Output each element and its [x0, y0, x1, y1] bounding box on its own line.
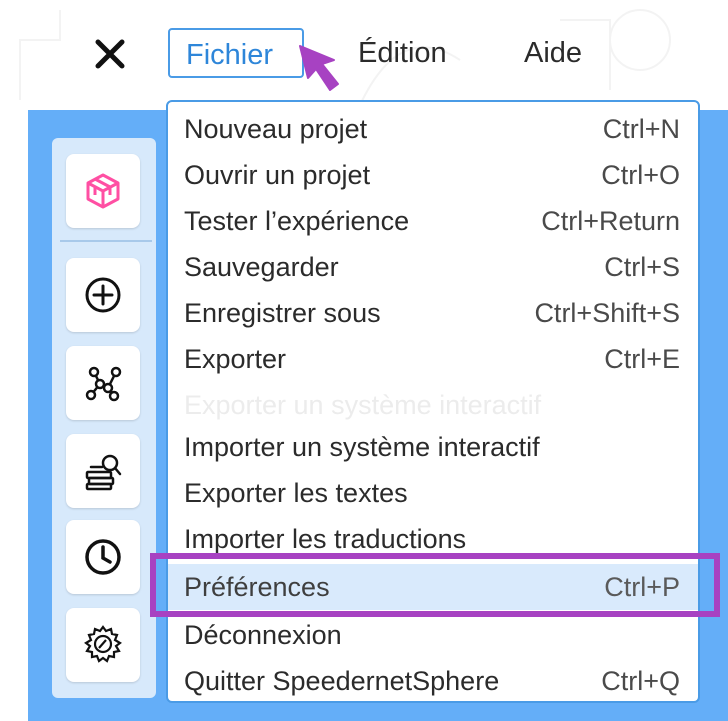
menu-item-shortcut: Ctrl+Return: [541, 206, 680, 236]
menu-item-exporter-textes[interactable]: Exporter les textes: [168, 470, 698, 516]
menu-item-label: Tester l’expérience: [184, 206, 410, 236]
graph-network-icon: [85, 366, 122, 402]
close-icon[interactable]: [90, 34, 130, 74]
pointer-arrow-icon: [299, 45, 339, 91]
graph-button[interactable]: [66, 346, 140, 420]
menu-item-label: Exporter: [184, 344, 287, 374]
cube-icon: [86, 173, 120, 209]
history-button[interactable]: [66, 520, 140, 594]
menu-item-label: Ouvrir un projet: [184, 160, 371, 190]
settings-button[interactable]: [66, 608, 140, 682]
menu-item-shortcut: Ctrl+Shift+S: [534, 298, 680, 328]
menu-item-label: Importer un système interactif: [184, 432, 540, 462]
menu-item-ouvrir-projet[interactable]: Ouvrir un projet Ctrl+O: [168, 152, 698, 198]
menu-aide[interactable]: Aide: [508, 28, 598, 78]
menu-item-label: Exporter un système interactif: [184, 390, 542, 420]
menu-item-deconnexion[interactable]: Déconnexion: [168, 612, 698, 658]
book-search-icon: [85, 454, 122, 491]
menu-item-shortcut: Ctrl+E: [604, 344, 680, 374]
menu-item-shortcut: Ctrl+O: [601, 160, 680, 190]
menu-item-shortcut: Ctrl+N: [602, 114, 680, 144]
menu-item-enregistrer-sous[interactable]: Enregistrer sous Ctrl+Shift+S: [168, 290, 698, 336]
highlight-annotation-box: [150, 553, 720, 617]
menu-item-label: Déconnexion: [184, 620, 342, 650]
library-search-button[interactable]: [66, 434, 140, 508]
menu-item-label: Nouveau projet: [184, 114, 368, 144]
menu-item-quitter[interactable]: Quitter SpeedernetSphere Ctrl+Q: [168, 658, 698, 704]
menu-item-nouveau-projet[interactable]: Nouveau projet Ctrl+N: [168, 106, 698, 152]
menu-item-shortcut: Ctrl+Q: [601, 666, 680, 696]
history-clock-icon: [85, 539, 121, 575]
menu-item-shortcut: Ctrl+S: [604, 252, 680, 282]
menu-item-label: Sauvegarder: [184, 252, 339, 282]
add-button[interactable]: [66, 258, 140, 332]
menu-item-exporter[interactable]: Exporter Ctrl+E: [168, 336, 698, 382]
menu-item-tester-experience[interactable]: Tester l’expérience Ctrl+Return: [168, 198, 698, 244]
menu-edition[interactable]: Édition: [342, 28, 463, 78]
menu-item-exporter-systeme-interactif: Exporter un système interactif: [168, 382, 698, 428]
settings-gear-icon: [84, 625, 122, 663]
plus-circle-icon: [85, 277, 121, 313]
menu-item-label: Quitter SpeedernetSphere: [184, 666, 500, 696]
cube-button[interactable]: [66, 154, 140, 228]
menu-item-label: Enregistrer sous: [184, 298, 381, 328]
menu-item-importer-systeme-interactif[interactable]: Importer un système interactif: [168, 424, 698, 470]
menu-item-sauvegarder[interactable]: Sauvegarder Ctrl+S: [168, 244, 698, 290]
toolbar-divider: [60, 240, 152, 242]
menu-item-label: Exporter les textes: [184, 478, 408, 508]
menu-fichier[interactable]: Fichier: [168, 28, 304, 78]
